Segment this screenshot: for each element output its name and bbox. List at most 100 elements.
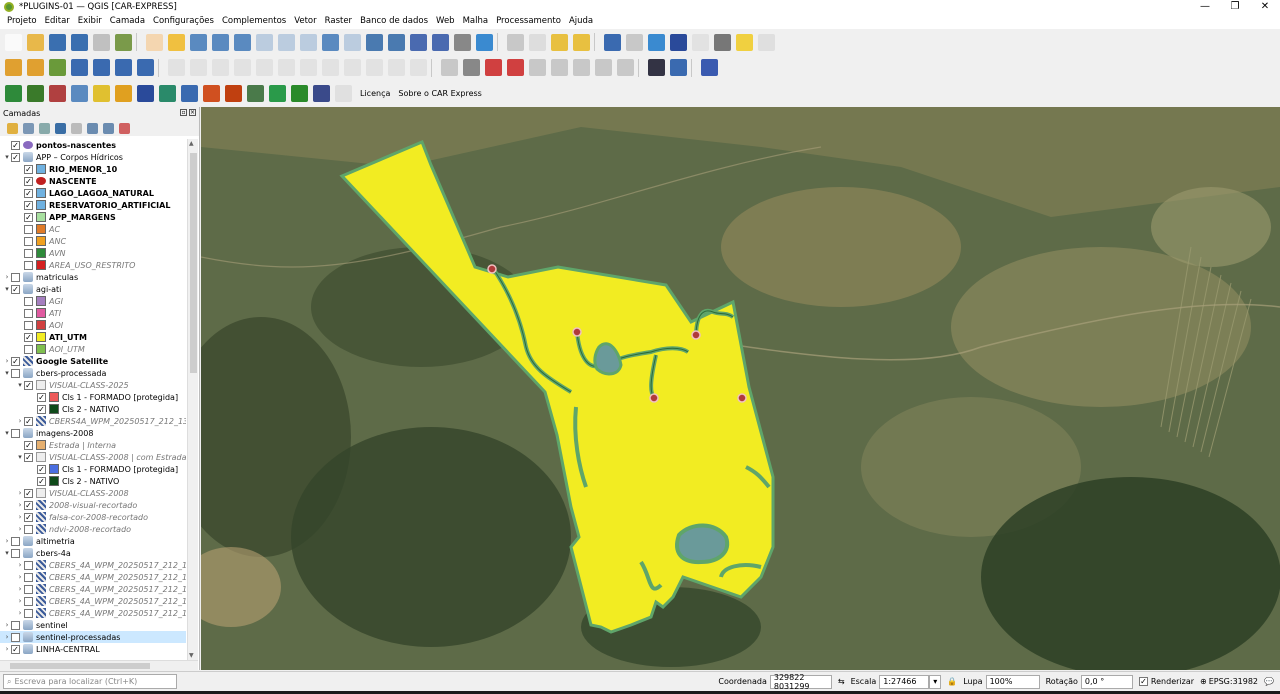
layer-row[interactable]: › CBERS_4A_WPM_20250517_212_13 <box>0 583 186 595</box>
layer-visibility-checkbox[interactable]: ✓ <box>24 188 33 198</box>
layer-visibility-checkbox[interactable] <box>11 272 20 282</box>
expand-toggle-icon[interactable]: › <box>16 573 24 581</box>
python-icon[interactable] <box>670 59 687 76</box>
layer-visibility-checkbox[interactable] <box>24 560 33 570</box>
layer-visibility-checkbox[interactable] <box>24 572 33 582</box>
add-vector-icon[interactable] <box>27 59 44 76</box>
layer-visibility-checkbox[interactable]: ✓ <box>11 284 20 294</box>
layer-visibility-checkbox[interactable]: ✓ <box>37 392 46 402</box>
layer-visibility-checkbox[interactable] <box>24 248 33 258</box>
collapse-all-icon[interactable] <box>103 122 114 134</box>
layer-visibility-checkbox[interactable]: ✓ <box>11 644 20 654</box>
layer-row[interactable]: ✓ RIO_MENOR_10 <box>0 163 186 175</box>
refresh-icon[interactable] <box>476 33 493 51</box>
car-calc-icon[interactable] <box>291 85 308 102</box>
layer-row[interactable]: › ✓ Google Satellite <box>0 355 186 367</box>
menu-item-2[interactable]: Exibir <box>74 14 106 29</box>
label-tool-icon[interactable] <box>441 59 458 76</box>
expand-toggle-icon[interactable]: › <box>3 357 11 365</box>
layer-visibility-checkbox[interactable] <box>11 548 20 558</box>
magnifier-field[interactable]: 100% <box>985 674 1040 689</box>
zoom-in-icon[interactable] <box>190 33 207 51</box>
layer-row[interactable]: ✓ RESERVATORIO_ARTIFICIAL <box>0 199 186 211</box>
expand-toggle-icon[interactable]: › <box>16 501 24 509</box>
car-burn-icon[interactable] <box>225 85 242 102</box>
layer-visibility-checkbox[interactable] <box>11 428 20 438</box>
layer-row[interactable]: › CBERS_4A_WPM_20250517_212_13 <box>0 595 186 607</box>
expand-toggle-icon[interactable]: › <box>16 597 24 605</box>
car-star-icon[interactable] <box>93 85 110 102</box>
messages-icon[interactable]: 💬 <box>1264 677 1274 686</box>
new-map-view-icon[interactable] <box>366 33 383 51</box>
layer-visibility-checkbox[interactable]: ✓ <box>24 332 33 342</box>
layer-visibility-checkbox[interactable]: ✓ <box>24 200 33 210</box>
car-sicar-icon[interactable] <box>137 85 154 102</box>
expand-toggle-icon[interactable]: ▾ <box>3 429 11 437</box>
layer-row[interactable]: › ✓ falsa-cor-2008-recortado <box>0 511 186 523</box>
show-hide-label-icon[interactable] <box>595 59 612 76</box>
layer-visibility-checkbox[interactable]: ✓ <box>11 356 20 366</box>
layer-row[interactable]: › CBERS_4A_WPM_20250517_212_13 <box>0 571 186 583</box>
menu-item-12[interactable]: Ajuda <box>565 14 597 29</box>
zoom-next-icon[interactable] <box>344 33 361 51</box>
map-tips-icon[interactable] <box>758 33 775 51</box>
add-csv-icon[interactable] <box>49 59 66 76</box>
close-window-button[interactable]: ✕ <box>1250 0 1280 14</box>
cut-icon[interactable] <box>322 59 339 76</box>
menu-item-1[interactable]: Editar <box>41 14 74 29</box>
label-abc-icon[interactable] <box>485 59 502 76</box>
add-group-icon[interactable] <box>23 122 34 134</box>
layer-visibility-checkbox[interactable]: ✓ <box>24 500 33 510</box>
save-as-icon[interactable] <box>71 33 88 51</box>
move-label-icon[interactable] <box>551 59 568 76</box>
select-value-icon[interactable] <box>573 33 590 51</box>
map-canvas[interactable] <box>201 107 1280 670</box>
zoom-layer-icon[interactable] <box>278 33 295 51</box>
float-panel-button[interactable]: ▫ <box>180 109 187 116</box>
layer-visibility-checkbox[interactable]: ✓ <box>24 416 33 426</box>
layer-visibility-checkbox[interactable] <box>24 524 33 534</box>
layer-visibility-checkbox[interactable] <box>24 608 33 618</box>
layer-row[interactable]: ✓ pontos-nascentes <box>0 139 186 151</box>
layer-visibility-checkbox[interactable]: ✓ <box>24 488 33 498</box>
expand-toggle-icon[interactable]: ▾ <box>3 369 11 377</box>
menu-item-10[interactable]: Malha <box>459 14 493 29</box>
change-label-icon[interactable] <box>573 59 590 76</box>
menu-item-7[interactable]: Raster <box>321 14 356 29</box>
filter-expression-icon[interactable] <box>71 122 82 134</box>
license-button[interactable]: Licença <box>360 89 390 98</box>
layer-visibility-checkbox[interactable] <box>24 308 33 318</box>
add-wms-icon[interactable] <box>115 59 132 76</box>
minimize-button[interactable]: — <box>1190 0 1220 14</box>
car-book-icon[interactable] <box>49 85 66 102</box>
layer-row[interactable]: ✓ NASCENTE <box>0 175 186 187</box>
remove-layer-icon[interactable] <box>119 122 130 134</box>
expand-toggle-icon[interactable]: › <box>16 513 24 521</box>
layer-visibility-checkbox[interactable]: ✓ <box>37 464 46 474</box>
layer-visibility-checkbox[interactable] <box>24 320 33 330</box>
layer-visibility-checkbox[interactable] <box>24 224 33 234</box>
layer-row[interactable]: ✓ Cls 1 - FORMADO [protegida] <box>0 391 186 403</box>
scrollbar-thumb[interactable] <box>190 153 197 373</box>
car-settings-icon[interactable] <box>71 85 88 102</box>
data-source-manager-icon[interactable] <box>5 59 22 76</box>
layer-row[interactable]: AVN <box>0 247 186 259</box>
expand-toggle-icon[interactable]: › <box>16 561 24 569</box>
car-area-icon[interactable] <box>269 85 286 102</box>
annotation-icon[interactable] <box>736 33 753 51</box>
layer-visibility-checkbox[interactable]: ✓ <box>24 512 33 522</box>
select-dropdown-icon[interactable] <box>529 33 546 51</box>
crs-icon[interactable]: ⊕ <box>1200 677 1207 686</box>
expand-toggle-icon[interactable]: ▾ <box>3 549 11 557</box>
pan-to-selection-icon[interactable] <box>168 33 185 51</box>
layer-row[interactable]: › altimetria <box>0 535 186 547</box>
zoom-last-icon[interactable] <box>322 33 339 51</box>
vertex-tool-icon[interactable] <box>256 59 273 76</box>
expand-toggle-icon[interactable]: › <box>3 621 11 629</box>
print-layout-icon[interactable] <box>93 33 110 51</box>
identify-icon[interactable] <box>604 33 621 51</box>
layer-row[interactable]: AGI <box>0 295 186 307</box>
layer-row[interactable]: AOI_UTM <box>0 343 186 355</box>
layer-visibility-checkbox[interactable] <box>24 260 33 270</box>
scroll-up-icon[interactable]: ▲ <box>189 140 194 147</box>
